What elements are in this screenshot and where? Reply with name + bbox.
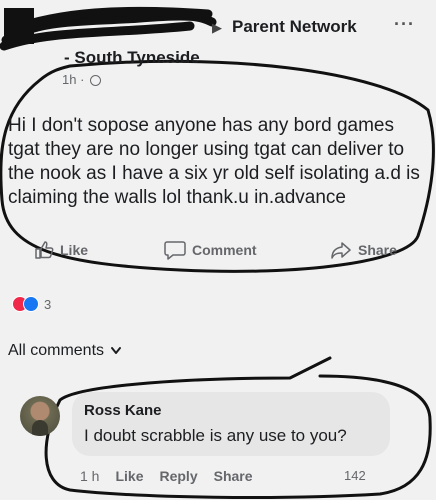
- share-icon: [331, 242, 351, 259]
- like-label: Like: [60, 242, 89, 258]
- comment-actions: 1 h Like Reply Share: [80, 468, 253, 484]
- globe-icon: [90, 75, 102, 87]
- thumbs-up-icon: [35, 241, 54, 259]
- post-text: Hi I don't sopose anyone has any bord ga…: [8, 115, 420, 208]
- post-header: ▶ Parent Network ··· - South Tyneside 1h…: [0, 0, 436, 90]
- comment-timestamp[interactable]: 1 h: [80, 468, 99, 484]
- comments-filter-dropdown[interactable]: All comments: [8, 342, 122, 360]
- like-button[interactable]: Like: [34, 240, 88, 260]
- arrow-right-icon: ▶: [212, 20, 222, 35]
- comment-reply-button[interactable]: Reply: [159, 468, 197, 484]
- share-label: Share: [358, 242, 397, 258]
- reactions-summary[interactable]: 3: [12, 294, 51, 314]
- share-button[interactable]: Share: [330, 240, 397, 260]
- redacted-poster-name: [4, 4, 214, 44]
- comments-filter-label: All comments: [8, 342, 105, 359]
- reaction-count: 3: [44, 296, 52, 312]
- comment-text: I doubt scrabble is any use to you?: [84, 426, 347, 445]
- post-actions-bar: Like Comment Share: [0, 236, 436, 266]
- comment-icon: [164, 241, 186, 260]
- timestamp-text: 1h ·: [62, 72, 85, 87]
- comment-extra-count: 142: [344, 468, 366, 483]
- more-options-icon[interactable]: ···: [394, 14, 415, 35]
- chevron-down-icon: [111, 347, 122, 354]
- comment-share-button[interactable]: Share: [214, 468, 253, 484]
- avatar[interactable]: [20, 396, 60, 436]
- comment-button[interactable]: Comment: [164, 240, 257, 260]
- group-subtitle[interactable]: - South Tyneside: [64, 48, 200, 68]
- comment-like-button[interactable]: Like: [115, 468, 143, 484]
- comment-author-link[interactable]: Ross Kane: [84, 402, 162, 419]
- post-timestamp[interactable]: 1h ·: [62, 72, 102, 87]
- group-name-link[interactable]: Parent Network: [232, 17, 357, 37]
- comment-label: Comment: [192, 242, 257, 258]
- like-reaction-icon: [23, 296, 39, 312]
